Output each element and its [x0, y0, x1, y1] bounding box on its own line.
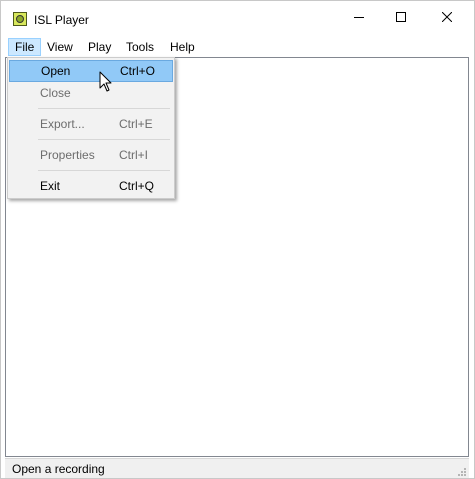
menu-item-properties[interactable]: Properties Ctrl+I: [9, 144, 173, 166]
close-icon: [442, 12, 452, 22]
status-bar: Open a recording: [5, 458, 469, 478]
mouse-cursor-icon: [99, 71, 112, 92]
file-menu-dropdown: Open Ctrl+O Close Export... Ctrl+E Prope…: [7, 57, 175, 199]
app-logo-icon: [13, 12, 27, 26]
title-bar[interactable]: ISL Player: [1, 1, 474, 33]
menu-item-close-label: Close: [40, 86, 71, 100]
menu-help[interactable]: Help: [164, 38, 201, 56]
menu-tools[interactable]: Tools: [120, 38, 160, 56]
menu-item-close[interactable]: Close: [9, 82, 173, 104]
resize-grip-icon[interactable]: [456, 466, 466, 476]
menu-item-open-shortcut: Ctrl+O: [120, 64, 156, 78]
minimize-button[interactable]: [336, 1, 382, 33]
maximize-icon: [396, 12, 406, 22]
menu-item-export[interactable]: Export... Ctrl+E: [9, 113, 173, 135]
menu-separator: [38, 170, 170, 171]
menu-file[interactable]: File: [8, 38, 42, 56]
menu-separator: [38, 139, 170, 140]
menu-item-export-label: Export...: [40, 117, 85, 131]
menu-item-exit[interactable]: Exit Ctrl+Q: [9, 175, 173, 197]
menu-item-exit-shortcut: Ctrl+Q: [119, 179, 155, 193]
minimize-icon: [354, 17, 364, 18]
menu-item-export-shortcut: Ctrl+E: [119, 117, 153, 131]
menu-play[interactable]: Play: [82, 38, 117, 56]
close-window-button[interactable]: [424, 1, 470, 33]
menu-item-exit-label: Exit: [40, 179, 61, 193]
menu-bar: File View Play Tools Help: [1, 38, 474, 56]
menu-item-properties-shortcut: Ctrl+I: [119, 148, 149, 162]
menu-item-properties-label: Properties: [40, 148, 95, 162]
menu-view[interactable]: View: [41, 38, 79, 56]
menu-item-open[interactable]: Open Ctrl+O: [9, 60, 173, 82]
menu-separator: [38, 108, 170, 109]
status-text: Open a recording: [12, 462, 105, 476]
maximize-button[interactable]: [378, 1, 424, 33]
window-title: ISL Player: [34, 13, 89, 27]
menu-item-open-label: Open: [41, 64, 71, 78]
